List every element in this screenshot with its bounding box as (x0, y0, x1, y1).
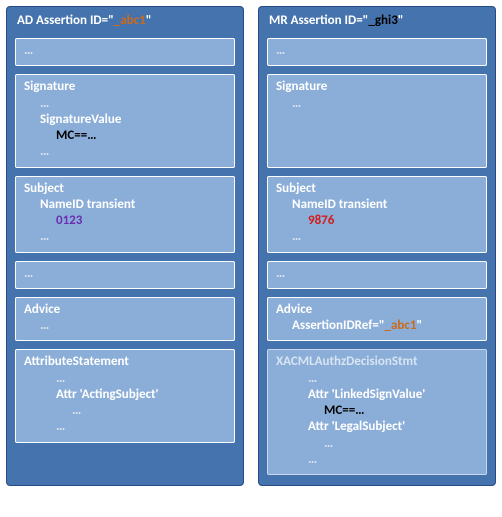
mr-title-suffix: " (398, 13, 404, 28)
mr-title-id: _ghi3 (368, 13, 397, 28)
mr-advice-ref-value: _abc1 (385, 318, 417, 333)
ellipsis: … (24, 144, 226, 160)
mr-title-prefix: MR Assertion ID=" (269, 13, 368, 28)
ellipsis: … (276, 371, 478, 387)
mr-advice-ref-prefix: AssertionIDRef=" (292, 318, 385, 333)
ellipsis: … (276, 266, 285, 281)
ellipsis: … (276, 43, 285, 58)
mr-signature-block: Signature … (267, 74, 487, 167)
ad-subject-block: Subject NameID transient 0123 … (15, 176, 235, 253)
mr-signature-header: Signature (276, 79, 478, 95)
ad-attrstmt-header: AttributeStatement (24, 354, 226, 370)
ad-ellipsis-block-2: … (15, 261, 235, 289)
ad-signature-header: Signature (24, 79, 226, 95)
diagram-canvas: AD Assertion ID="_abc1" … Signature … Si… (6, 6, 496, 486)
ellipsis: … (276, 96, 478, 112)
ad-ellipsis-block-1: … (15, 38, 235, 66)
ad-sigvalue: MC==… (24, 128, 226, 144)
ad-title-prefix: AD Assertion ID=" (17, 13, 114, 28)
mr-assertion-panel: MR Assertion ID="_ghi3" … Signature … Su… (258, 6, 496, 486)
mr-advice-assertionidref: AssertionIDRef="_abc1" (276, 318, 478, 334)
ellipsis: … (276, 229, 478, 245)
ad-sigvalue-label: SignatureValue (24, 112, 226, 128)
ellipsis: … (276, 436, 478, 452)
ellipsis: … (276, 452, 478, 468)
mr-attr-linkedsignvalue: Attr 'LinkedSignValue' (276, 387, 478, 403)
ad-nameid-value: 0123 (24, 213, 226, 229)
mr-advice-ref-suffix: " (416, 318, 422, 333)
mr-attr-legalsubject: Attr 'LegalSubject' (276, 419, 478, 435)
ellipsis: … (24, 96, 226, 112)
ad-nameid-label: NameID transient (24, 197, 226, 213)
mr-ellipsis-block-1: … (267, 38, 487, 66)
mr-linkedsignvalue: MC==… (276, 403, 478, 419)
ad-attrstmt-block: AttributeStatement … Attr 'ActingSubject… (15, 349, 235, 442)
ellipsis: … (24, 266, 33, 281)
ellipsis: … (24, 371, 226, 387)
mr-assertion-title: MR Assertion ID="_ghi3" (267, 13, 487, 30)
ellipsis: … (24, 419, 226, 435)
ad-subject-header: Subject (24, 181, 226, 197)
ellipsis: … (24, 229, 226, 245)
ad-title-id: _abc1 (114, 13, 146, 28)
ad-title-suffix: " (146, 13, 152, 28)
ad-signature-block: Signature … SignatureValue MC==… … (15, 74, 235, 167)
ad-assertion-title: AD Assertion ID="_abc1" (15, 13, 235, 30)
ad-attr-acting-subject: Attr 'ActingSubject' (24, 387, 226, 403)
ad-assertion-panel: AD Assertion ID="_abc1" … Signature … Si… (6, 6, 244, 486)
ad-advice-block: Advice … (15, 297, 235, 342)
mr-advice-header: Advice (276, 302, 478, 318)
mr-xacml-header: XACMLAuthzDecisionStmt (276, 354, 478, 370)
mr-advice-block: Advice AssertionIDRef="_abc1" (267, 297, 487, 342)
mr-ellipsis-block-2: … (267, 261, 487, 289)
mr-xacml-block: XACMLAuthzDecisionStmt … Attr 'LinkedSig… (267, 349, 487, 475)
mr-subject-header: Subject (276, 181, 478, 197)
ellipsis: … (24, 318, 226, 334)
mr-nameid-label: NameID transient (276, 197, 478, 213)
ellipsis: … (24, 403, 226, 419)
ellipsis: … (24, 43, 33, 58)
mr-subject-block: Subject NameID transient 9876 … (267, 176, 487, 253)
mr-nameid-value: 9876 (276, 213, 478, 229)
ad-advice-header: Advice (24, 302, 226, 318)
